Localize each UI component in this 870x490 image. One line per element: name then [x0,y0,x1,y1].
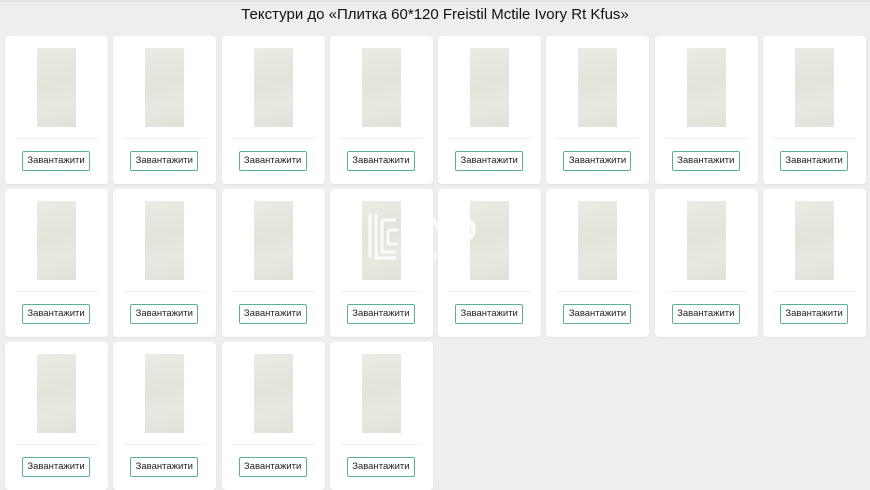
texture-card: Завантажити [221,36,325,184]
texture-preview [145,48,185,127]
download-button[interactable]: Завантажити [563,151,632,171]
texture-card: Завантажити [221,189,325,337]
texture-card: Завантажити [5,36,108,184]
divider [15,444,98,445]
texture-card: Завантажити [546,189,650,337]
texture-preview [361,201,401,280]
divider [448,138,532,139]
texture-preview [361,354,401,433]
download-button[interactable]: Завантажити [671,151,740,171]
texture-preview [470,48,510,127]
texture-preview [145,201,185,280]
download-button[interactable]: Завантажити [130,151,199,171]
texture-card: Завантажити [546,36,650,184]
top-divider [0,0,870,2]
texture-grid: Завантажити Завантажити Завантажити Зава… [5,36,867,490]
divider [231,444,315,445]
texture-preview [578,201,618,280]
page-title: Текстури до «Плитка 60*120 Freistil Mcti… [241,6,629,23]
texture-preview [470,201,510,280]
texture-card: Завантажити [654,189,758,337]
texture-preview [253,354,293,433]
divider [664,291,748,292]
texture-preview [578,48,618,127]
divider [773,138,857,139]
divider [231,291,315,292]
texture-card: Завантажити [329,189,433,337]
download-button[interactable]: Завантажити [563,304,632,324]
download-button[interactable]: Завантажити [130,304,199,324]
texture-preview [686,201,726,280]
texture-card: Завантажити [438,189,542,337]
texture-preview [37,201,76,280]
texture-preview [253,48,293,127]
divider [556,138,640,139]
texture-preview [145,354,185,433]
divider [15,138,98,139]
texture-preview [686,48,726,127]
texture-preview [361,48,401,127]
download-button[interactable]: Завантажити [346,304,415,324]
divider [15,291,98,292]
divider [339,138,423,139]
texture-card: Завантажити [5,189,108,337]
download-button[interactable]: Завантажити [455,151,524,171]
download-button[interactable]: Завантажити [22,304,90,324]
divider [664,138,748,139]
texture-card: Завантажити [113,36,217,184]
download-button[interactable]: Завантажити [238,304,307,324]
download-button[interactable]: Завантажити [130,457,199,477]
download-button[interactable]: Завантажити [346,151,415,171]
divider [339,291,423,292]
download-button[interactable]: Завантажити [780,151,849,171]
texture-card: Завантажити [113,189,217,337]
download-button[interactable]: Завантажити [780,304,849,324]
download-button[interactable]: Завантажити [22,457,90,477]
divider [123,291,207,292]
texture-card: Завантажити [329,36,433,184]
download-button[interactable]: Завантажити [671,304,740,324]
download-button[interactable]: Завантажити [22,151,90,171]
download-button[interactable]: Завантажити [238,457,307,477]
texture-card: Завантажити [329,342,433,490]
divider [123,444,207,445]
download-button[interactable]: Завантажити [455,304,524,324]
texture-preview [795,201,835,280]
texture-card: Завантажити [113,342,217,490]
divider [448,291,532,292]
texture-preview [253,201,293,280]
texture-card: Завантажити [5,342,108,490]
download-button[interactable]: Завантажити [238,151,307,171]
texture-card: Завантажити [438,36,542,184]
divider [773,291,857,292]
texture-preview [37,48,76,127]
texture-card: Завантажити [763,36,867,184]
divider [339,444,423,445]
texture-card: Завантажити [221,342,325,490]
texture-preview [795,48,835,127]
divider [231,138,315,139]
texture-card: Завантажити [654,36,758,184]
divider [123,138,207,139]
texture-card: Завантажити [763,189,867,337]
divider [556,291,640,292]
download-button[interactable]: Завантажити [346,457,415,477]
texture-preview [37,354,76,433]
